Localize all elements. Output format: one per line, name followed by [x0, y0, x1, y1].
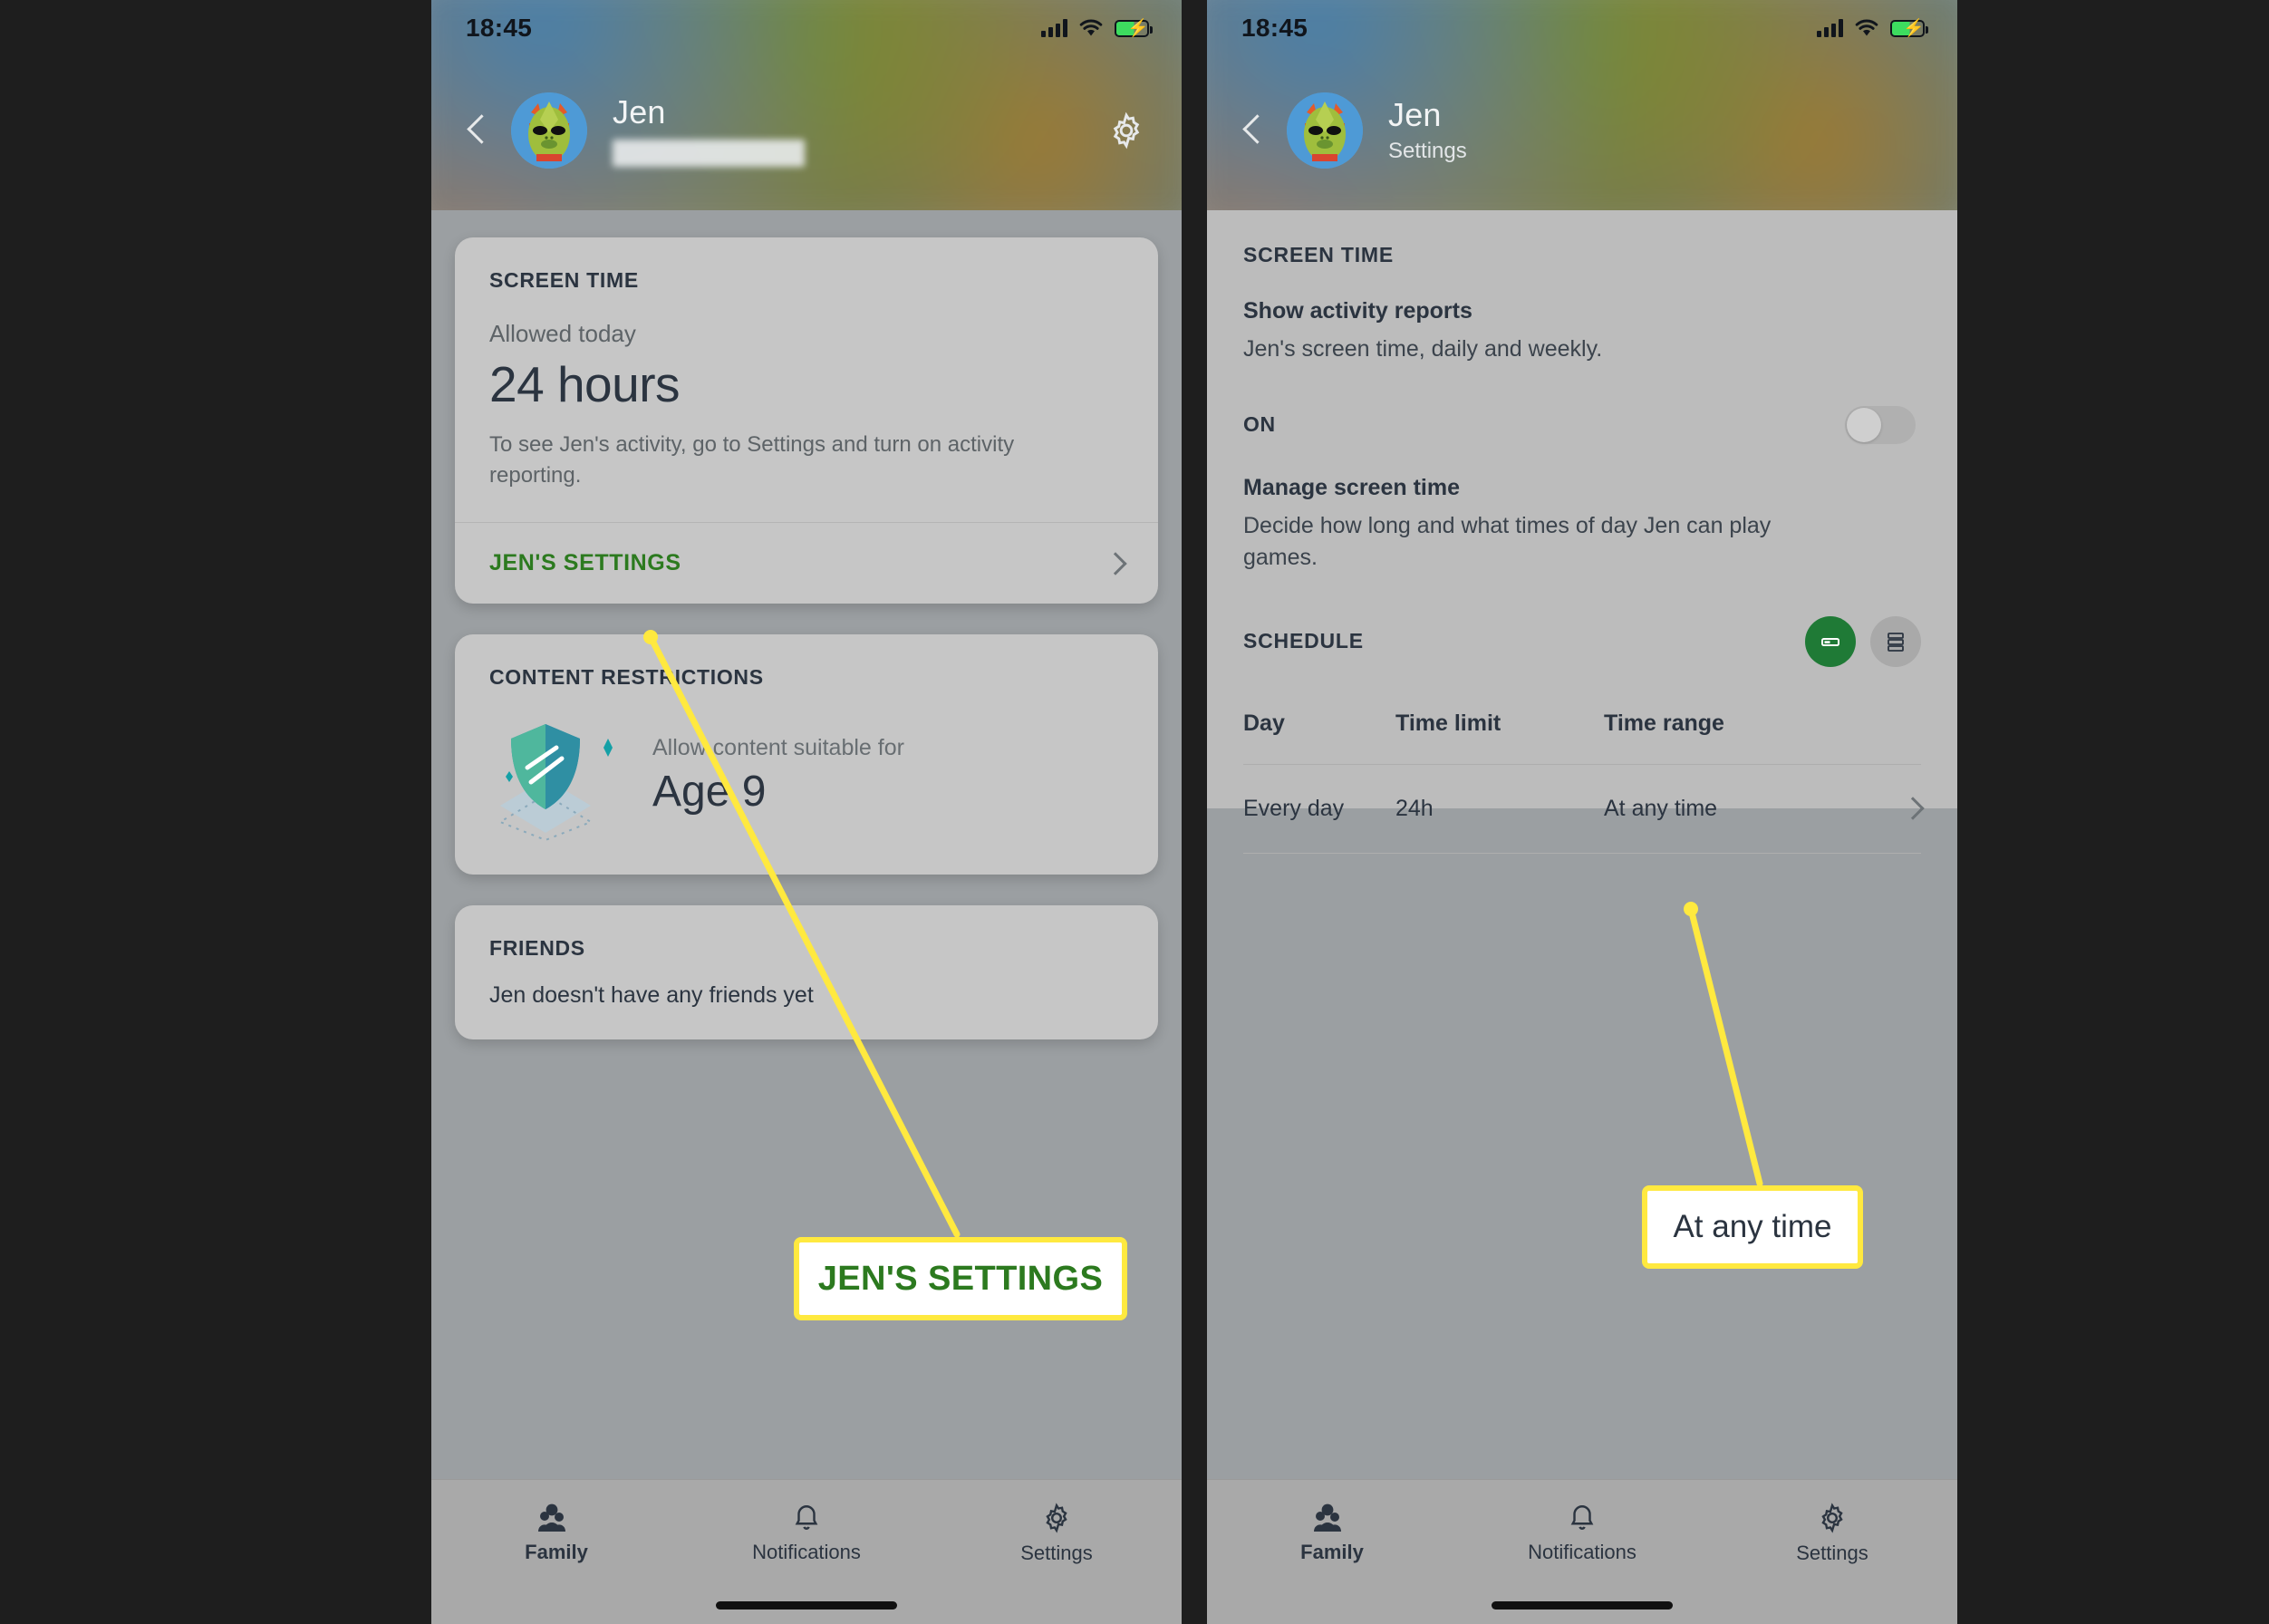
tab-bar-left: Family Notifications Settings: [431, 1479, 1182, 1624]
left-profile-text: Jen: [613, 94, 1104, 167]
friends-empty-text: Jen doesn't have any friends yet: [489, 982, 814, 1009]
phone-screen-left: 18:45 ⚡ Jen SCREEN TIME Allowed today 24…: [431, 0, 1182, 1624]
battery-charging-icon: ⚡: [1115, 19, 1153, 37]
profile-name: Jen: [1388, 95, 1442, 133]
allowed-today-label: Allowed today: [489, 320, 636, 347]
tab-notifications-label: Notifications: [752, 1541, 861, 1563]
avatar[interactable]: [1287, 92, 1363, 169]
show-activity-reports-title: Show activity reports: [1243, 298, 1472, 324]
family-people-icon: [1314, 1503, 1341, 1532]
schedule-single-view-button[interactable]: [1805, 615, 1856, 667]
content-age-value: Age 9: [652, 768, 767, 817]
tab-family-label: Family: [1300, 1541, 1364, 1563]
gear-icon[interactable]: [1104, 108, 1149, 153]
row-time-limit: 24h: [1395, 795, 1434, 821]
wifi-icon: [1855, 19, 1878, 36]
battery-charging-icon: ⚡: [1890, 19, 1928, 37]
back-button[interactable]: [457, 110, 498, 151]
tab-settings-label: Settings: [1796, 1542, 1868, 1564]
row-day: Every day: [1243, 795, 1345, 821]
jens-settings-label: JEN'S SETTINGS: [489, 550, 681, 576]
allow-content-label: Allow content suitable for: [652, 735, 904, 761]
jens-settings-link[interactable]: JEN'S SETTINGS: [455, 523, 1158, 604]
right-hero-header: 18:45 ⚡ Jen Settings: [1207, 0, 1957, 210]
table-row[interactable]: Every day 24h At any time: [1243, 765, 1925, 854]
toggle-state-label: ON: [1243, 412, 1276, 436]
left-screen-body: SCREEN TIME Allowed today 24 hours To se…: [431, 210, 1182, 1624]
status-bar-left: 18:45 ⚡: [431, 0, 1182, 56]
activity-reports-toggle-row: ON: [1243, 405, 1921, 444]
left-profile-row: Jen: [431, 56, 1182, 192]
content-restrictions-label: CONTENT RESTRICTIONS: [489, 665, 764, 690]
status-bar-right: 18:45 ⚡: [1207, 0, 1957, 56]
schedule-table-header: Day Time limit Time range: [1243, 710, 1921, 765]
screen-time-card: SCREEN TIME Allowed today 24 hours To se…: [455, 237, 1158, 604]
callout-at-any-time-text: At any time: [1673, 1209, 1832, 1244]
column-time-range: Time range: [1604, 710, 1724, 736]
bell-icon: [1570, 1505, 1594, 1530]
callout-jens-settings: JEN'S SETTINGS: [794, 1237, 1127, 1320]
single-bar-icon: [1821, 637, 1839, 646]
chevron-right-icon: [1104, 551, 1127, 575]
right-screen-body: SCREEN TIME Show activity reports Jen's …: [1207, 210, 1957, 1624]
gear-icon: [1821, 1503, 1843, 1533]
allowed-hours-value: 24 hours: [489, 356, 681, 412]
chevron-right-icon: [1901, 797, 1925, 820]
gear-icon: [1046, 1503, 1067, 1533]
profile-subtitle: Settings: [1388, 139, 1467, 164]
tab-family[interactable]: Family: [1207, 1480, 1457, 1587]
row-time-range: At any time: [1604, 795, 1718, 821]
redacted-subtitle: [613, 139, 805, 167]
tab-notifications[interactable]: Notifications: [681, 1480, 932, 1587]
home-indicator: [1492, 1601, 1673, 1610]
screen-time-card-label: SCREEN TIME: [489, 268, 639, 292]
left-hero-header: 18:45 ⚡ Jen: [431, 0, 1182, 210]
screen-time-description: To see Jen's activity, go to Settings an…: [489, 432, 1015, 488]
shield-icon: [489, 708, 643, 844]
friends-card[interactable]: FRIENDS Jen doesn't have any friends yet: [455, 905, 1158, 1040]
tab-notifications[interactable]: Notifications: [1457, 1480, 1707, 1587]
callout-jens-settings-text: JEN'S SETTINGS: [817, 1259, 1104, 1298]
signal-bars-icon: [1817, 19, 1843, 37]
list-rows-icon: [1888, 632, 1904, 652]
right-profile-row: Jen Settings: [1207, 56, 1957, 192]
tab-family-label: Family: [525, 1541, 588, 1563]
profile-name: Jen: [613, 93, 666, 131]
wifi-icon: [1079, 19, 1103, 36]
screen-time-section-label: SCREEN TIME: [1243, 243, 1394, 266]
right-profile-text: Jen Settings: [1388, 97, 1925, 165]
status-clock: 18:45: [1241, 14, 1308, 42]
status-icons: ⚡: [1817, 19, 1928, 37]
signal-bars-icon: [1041, 19, 1067, 37]
tab-settings[interactable]: Settings: [932, 1480, 1182, 1587]
manage-screen-time-title: Manage screen time: [1243, 474, 1460, 500]
phone-screen-right: 18:45 ⚡ Jen Settings SCREEN TIME Show ac…: [1207, 0, 1957, 1624]
callout-at-any-time: At any time: [1642, 1185, 1863, 1269]
schedule-label: SCHEDULE: [1243, 629, 1364, 652]
tab-settings-label: Settings: [1020, 1542, 1093, 1564]
friends-card-label: FRIENDS: [489, 936, 585, 961]
tab-bar-right: Family Notifications Settings: [1207, 1479, 1957, 1624]
tab-notifications-label: Notifications: [1528, 1541, 1637, 1563]
avatar[interactable]: [511, 92, 587, 169]
family-people-icon: [538, 1503, 565, 1532]
column-time-limit: Time limit: [1395, 710, 1501, 736]
column-day: Day: [1243, 710, 1285, 736]
status-clock: 18:45: [466, 14, 533, 42]
tab-family[interactable]: Family: [431, 1480, 681, 1587]
tab-settings[interactable]: Settings: [1707, 1480, 1957, 1587]
bell-icon: [795, 1505, 818, 1530]
manage-screen-time-description: Decide how long and what times of day Je…: [1243, 512, 1772, 571]
show-activity-reports-description: Jen's screen time, daily and weekly.: [1243, 336, 1603, 362]
home-indicator: [716, 1601, 897, 1610]
status-icons: ⚡: [1041, 19, 1153, 37]
schedule-list-view-button[interactable]: [1870, 615, 1921, 667]
schedule-row: SCHEDULE: [1243, 615, 1921, 667]
toggle-knob: [1847, 407, 1881, 442]
screenshot-stage: 18:45 ⚡ Jen SCREEN TIME Allowed today 24…: [0, 0, 2269, 1624]
content-restrictions-card[interactable]: CONTENT RESTRICTIONS Allow content suita…: [455, 634, 1158, 875]
activity-reports-toggle[interactable]: [1845, 405, 1916, 444]
back-button[interactable]: [1232, 110, 1274, 151]
